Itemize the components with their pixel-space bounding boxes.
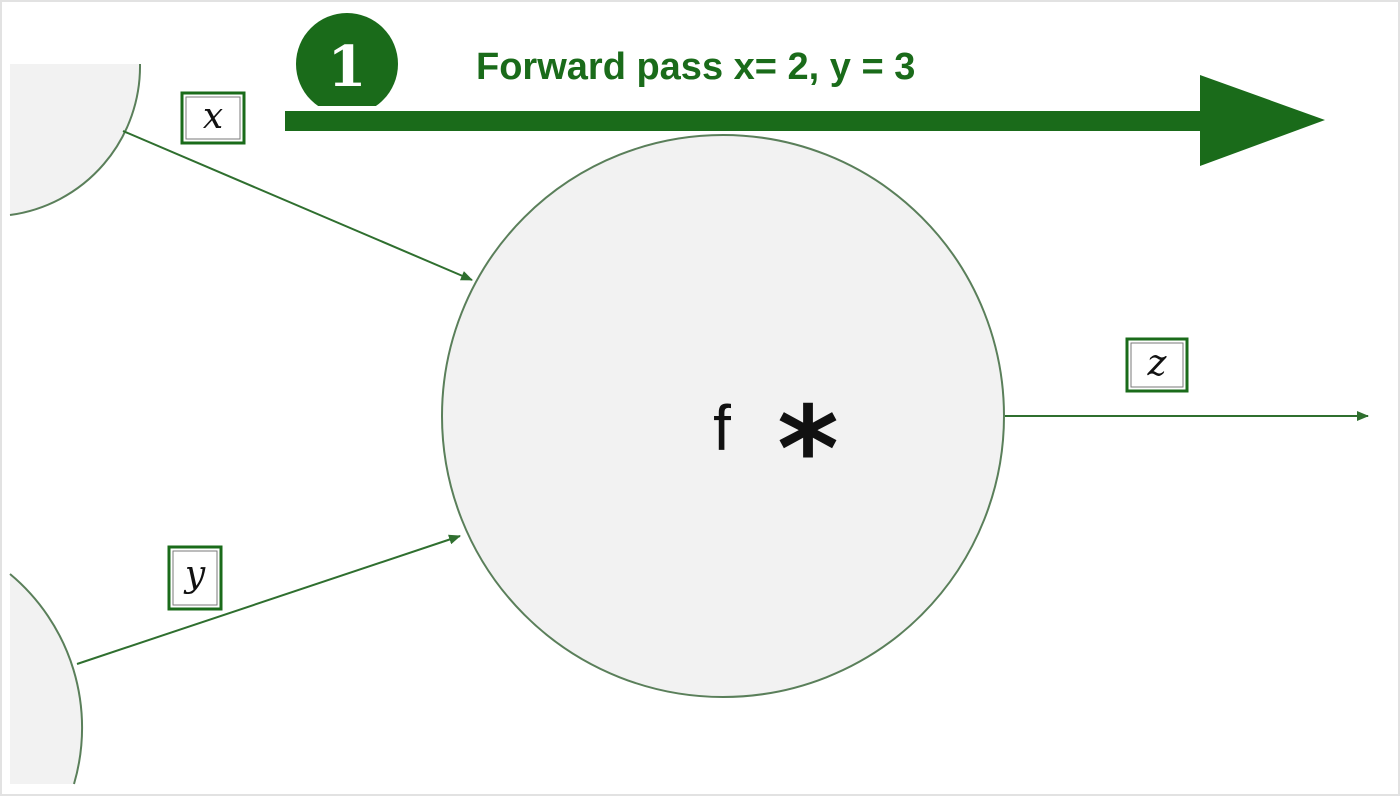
step-badge-number: 1 xyxy=(328,34,367,100)
label-box-x: x xyxy=(180,91,246,145)
multiply-node: f * xyxy=(441,134,1005,698)
multiply-operator: * xyxy=(777,380,839,518)
edge-y-to-multiply xyxy=(76,534,461,665)
step-badge: 1 xyxy=(294,13,398,115)
label-box-y: y xyxy=(167,545,223,611)
label-y: y xyxy=(183,554,206,595)
function-label: f xyxy=(713,392,731,464)
label-x: x xyxy=(203,96,223,137)
label-box-z: z xyxy=(1125,337,1189,393)
diagram-frame: 1 Forward pass x= 2, y = 3 x y z f * xyxy=(0,0,1400,796)
forward-pass-arrow-shaft xyxy=(285,111,1207,131)
input-node-y-partial xyxy=(10,574,83,784)
edge-x-to-multiply xyxy=(122,130,473,281)
forward-pass-title: Forward pass x= 2, y = 3 xyxy=(476,46,915,88)
step-badge-underline xyxy=(294,106,398,111)
forward-pass-arrow-head xyxy=(1200,75,1325,166)
label-z: z xyxy=(1147,343,1168,384)
computational-graph: 1 Forward pass x= 2, y = 3 x y z f * xyxy=(9,13,1369,785)
